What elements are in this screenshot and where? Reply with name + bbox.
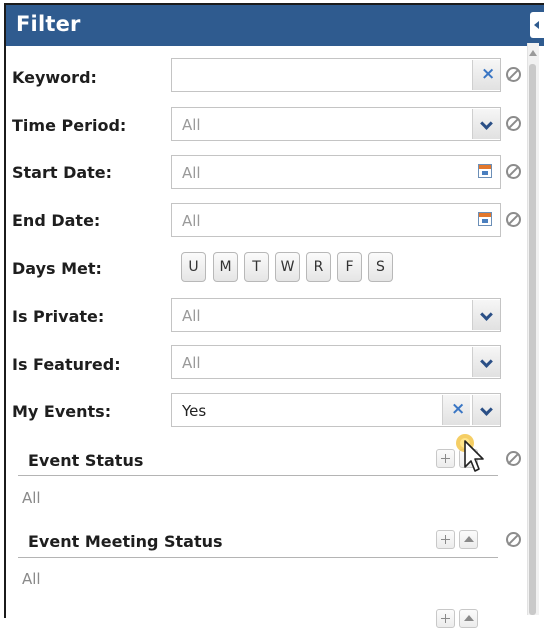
keyword-clear-button[interactable]: ×: [472, 60, 500, 90]
event-meeting-status-add-button[interactable]: [436, 530, 455, 549]
end-date-value: All: [182, 212, 201, 230]
start-date-value: All: [182, 164, 201, 182]
event-meeting-status-collapse-button[interactable]: [459, 530, 478, 549]
triangle-left-icon: [534, 21, 539, 29]
time-period-label: Time Period:: [12, 116, 127, 135]
end-date-reset-icon[interactable]: [506, 212, 521, 227]
scrollbar-thumb[interactable]: [529, 64, 536, 615]
x-icon: ×: [481, 64, 496, 84]
event-meeting-status-reset-icon[interactable]: [506, 532, 521, 547]
is-featured-value: All: [182, 354, 201, 372]
is-featured-label: Is Featured:: [12, 355, 121, 374]
time-period-value: All: [182, 116, 201, 134]
calendar-icon: [478, 212, 492, 226]
panel-collapse-button[interactable]: [530, 12, 544, 38]
chevron-down-icon: [480, 308, 493, 321]
end-date-input[interactable]: All: [171, 203, 501, 237]
is-private-value: All: [182, 307, 201, 325]
start-date-calendar-button[interactable]: [472, 157, 500, 187]
event-meeting-status-divider: [18, 557, 498, 558]
chevron-down-icon: [480, 355, 493, 368]
day-button-r[interactable]: R: [306, 252, 331, 282]
event-status-reset-icon[interactable]: [506, 451, 521, 466]
event-status-divider: [18, 475, 498, 476]
start-date-input[interactable]: All: [171, 155, 501, 189]
day-button-t[interactable]: T: [244, 252, 269, 282]
day-button-f[interactable]: F: [337, 252, 362, 282]
start-date-reset-icon[interactable]: [506, 164, 521, 179]
chevron-down-icon: [480, 403, 493, 416]
event-meeting-status-value: All: [22, 570, 41, 588]
panel-title: Filter: [16, 12, 81, 36]
mouse-cursor-icon: [456, 434, 484, 472]
start-date-label: Start Date:: [12, 163, 113, 182]
my-events-dropdown-button[interactable]: [472, 395, 500, 425]
next-section-add-button[interactable]: [436, 609, 455, 628]
event-status-add-button[interactable]: [436, 449, 455, 468]
day-button-w[interactable]: W: [275, 252, 300, 282]
event-meeting-status-title: Event Meeting Status: [28, 532, 223, 551]
time-period-dropdown-button[interactable]: [472, 109, 500, 139]
time-period-select[interactable]: All: [171, 107, 501, 141]
chevron-down-icon: [480, 117, 493, 130]
my-events-select[interactable]: Yes ×: [171, 393, 501, 427]
calendar-icon: [478, 164, 492, 178]
is-private-dropdown-button[interactable]: [472, 300, 500, 330]
time-period-reset-icon[interactable]: [506, 116, 521, 131]
day-button-u[interactable]: U: [181, 252, 206, 282]
keyword-reset-icon[interactable]: [506, 67, 521, 82]
x-icon: ×: [451, 399, 466, 419]
scroll-up-arrow-icon[interactable]: [529, 50, 537, 56]
keyword-label: Keyword:: [12, 68, 97, 87]
day-button-m[interactable]: M: [213, 252, 238, 282]
is-private-select[interactable]: All: [171, 298, 501, 332]
event-status-value: All: [22, 489, 41, 507]
end-date-label: End Date:: [12, 211, 101, 230]
is-featured-dropdown-button[interactable]: [472, 347, 500, 377]
my-events-value: Yes: [182, 402, 207, 420]
my-events-clear-button[interactable]: ×: [442, 395, 470, 425]
days-met-label: Days Met:: [12, 259, 102, 278]
event-status-title: Event Status: [28, 451, 144, 470]
day-button-s[interactable]: S: [368, 252, 393, 282]
keyword-input[interactable]: ×: [171, 58, 501, 92]
end-date-calendar-button[interactable]: [472, 205, 500, 235]
panel-header: Filter: [6, 5, 544, 46]
is-private-label: Is Private:: [12, 307, 105, 326]
is-featured-select[interactable]: All: [171, 345, 501, 379]
next-section-collapse-button[interactable]: [459, 609, 478, 628]
my-events-label: My Events:: [12, 402, 112, 421]
